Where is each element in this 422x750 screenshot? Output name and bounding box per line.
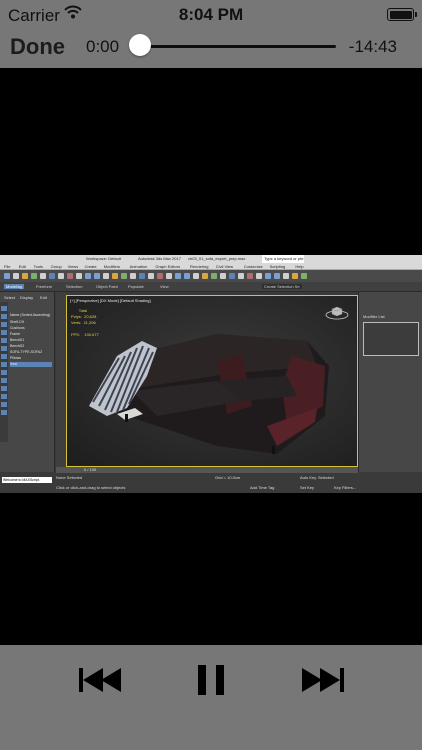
app-menu-item: Scripting	[269, 264, 286, 269]
scene-object-row: Pillows	[10, 356, 21, 360]
scene-object-row: BenchS1	[10, 338, 25, 342]
scrubber-track[interactable]	[140, 45, 336, 48]
app-title: Autodesk 3ds Max 2017	[138, 256, 181, 261]
app-status-bar: Welcome to MAXScript. None Selected Clic…	[0, 473, 422, 493]
app-menu-item: File	[4, 264, 11, 269]
set-key: Set Key	[300, 485, 315, 490]
scene-object-row: Frame	[10, 332, 21, 336]
app-menu-item: Create	[84, 264, 97, 269]
ribbon-tab: Freeform	[36, 284, 53, 289]
modifier-stack	[363, 322, 419, 356]
key-filters: Key Filters...	[334, 485, 357, 490]
skip-back-icon	[70, 660, 130, 700]
app-menu-item: Animation	[129, 264, 148, 269]
skip-forward-icon	[293, 660, 353, 700]
video-frame[interactable]: Workspace: Default Autodesk 3ds Max 2017…	[0, 255, 422, 493]
se-header: Name (Sorted Ascending)	[10, 313, 51, 317]
app-menu-item: Group	[50, 264, 62, 269]
pause-button[interactable]	[181, 660, 241, 700]
app-menu-item: Edit	[18, 264, 26, 269]
app-menu-item: Views	[67, 264, 79, 269]
status-bar: Carrier 8:04 PM	[0, 0, 422, 28]
app-menu-item: Modifiers	[103, 264, 121, 269]
scene-object-row: BenchS2	[10, 344, 25, 348]
app-menu-item: Rendering	[190, 264, 209, 269]
transport-bar	[0, 645, 422, 750]
battery-level	[389, 10, 412, 19]
remaining-time: -14:43	[348, 37, 397, 56]
scene-object-row: Cushions	[10, 326, 25, 330]
app-menu-item: Help	[295, 264, 304, 269]
add-time-tag: Add Time Tag	[250, 485, 275, 490]
maxscript-listener: Welcome to MAXScript.	[2, 477, 52, 483]
se-tab: Select	[4, 295, 16, 300]
pause-icon	[181, 660, 241, 700]
scene-object-row: Seat	[10, 362, 52, 367]
main-toolbar	[0, 270, 422, 282]
ribbon-bar: Modeling Freeform Selection Object Paint…	[0, 282, 422, 292]
prompt-hint: Click or click-and-drag to select object…	[56, 485, 126, 490]
search-field: Type a keyword or phrase	[262, 255, 304, 263]
done-button[interactable]: Done	[10, 34, 65, 60]
app-menu-item: Tools	[33, 264, 43, 269]
perspective-viewport: [+] [Perspective] [DX Mode] [Default Sha…	[66, 295, 358, 467]
app-title-bar: Workspace: Default Autodesk 3ds Max 2017…	[0, 255, 422, 263]
key-mode: Selected	[318, 475, 334, 480]
scene-object-row: SOFA-TYPE-SOFA2	[10, 350, 43, 354]
sofa-model	[89, 334, 329, 454]
viewport-layout-bar	[56, 292, 66, 472]
app-menu-item: Graph Editors	[155, 264, 181, 269]
scrubber-thumb[interactable]	[129, 34, 151, 56]
selection-set-dropdown: Create Selection Se	[262, 284, 302, 289]
se-tab: Display	[20, 295, 34, 300]
skip-forward-button[interactable]	[293, 660, 353, 700]
elapsed-time: 0:00	[86, 37, 120, 56]
scene-explorer: Select Display Edit Name (Sorted Ascendi…	[0, 292, 55, 472]
modifier-list-label: Modifier List	[363, 314, 385, 319]
ribbon-tab: Object Paint	[96, 284, 118, 289]
app-menu-bar: File Edit Tools Group Views Create Modifiers An…	[0, 263, 422, 270]
grid-size: Grid = 10.0cm	[215, 475, 241, 480]
ribbon-tab: Selection	[66, 284, 83, 289]
player-top-bar: Done 0:00 -14:43	[0, 28, 422, 68]
app-menu-item: Civil View	[215, 264, 234, 269]
auto-key: Auto Key	[300, 475, 317, 480]
file-name: ch03_01_sofa_export_prep.max	[188, 256, 246, 261]
ribbon-tab: Populate	[128, 284, 144, 289]
clock: 8:04 PM	[178, 5, 244, 24]
scene-object-row: Shelf-CH	[10, 320, 25, 324]
ribbon-modeling-tab: Modeling	[4, 284, 25, 289]
frame-counter: 0 / 100	[84, 467, 97, 472]
command-panel: Modifier List	[358, 292, 422, 472]
battery-icon	[387, 8, 417, 21]
workspace-label: Workspace: Default	[86, 256, 121, 261]
skip-back-button[interactable]	[70, 660, 130, 700]
selection-status: None Selected	[56, 475, 83, 480]
se-tab: Edit	[40, 295, 47, 300]
app-menu-item: Customize	[243, 264, 263, 269]
view-dropdown: View	[160, 284, 169, 289]
